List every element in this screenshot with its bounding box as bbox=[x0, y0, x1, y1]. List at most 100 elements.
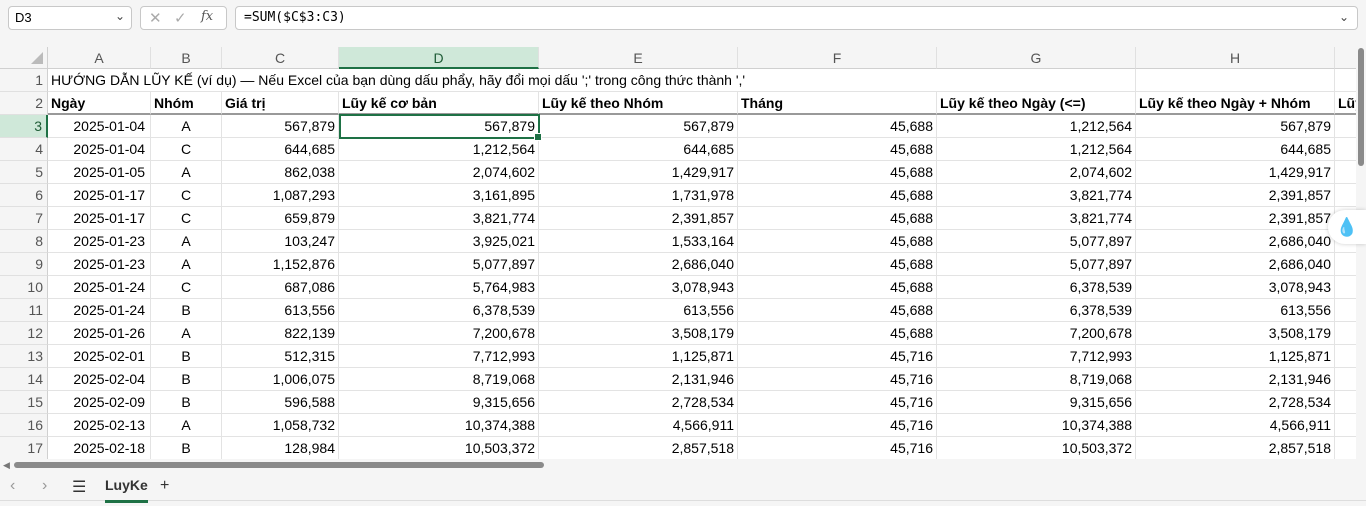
column-title[interactable]: Nhóm bbox=[151, 92, 222, 115]
cell[interactable]: B bbox=[151, 391, 222, 414]
all-sheets-menu-icon[interactable]: ☰ bbox=[72, 477, 86, 497]
cell[interactable] bbox=[1335, 414, 1356, 437]
column-title[interactable]: Lũy kế cơ bản bbox=[339, 92, 539, 115]
cell[interactable]: C bbox=[151, 138, 222, 161]
spreadsheet-grid[interactable]: A B C D E F G H 1 HƯỚNG DẪN LŨY KẾ (ví dụ) — Nếu … bbox=[0, 47, 1356, 459]
cell[interactable]: 45,716 bbox=[738, 414, 937, 437]
cell[interactable]: 5,764,983 bbox=[339, 276, 539, 299]
column-header-h[interactable]: H bbox=[1136, 47, 1335, 69]
row-header[interactable]: 10 bbox=[0, 276, 48, 299]
cell[interactable]: 613,556 bbox=[222, 299, 339, 322]
cell[interactable]: 1,212,564 bbox=[937, 115, 1136, 138]
cell[interactable]: 3,925,021 bbox=[339, 230, 539, 253]
horizontal-scrollbar[interactable]: ◀ bbox=[0, 459, 1366, 471]
cell[interactable]: 2,857,518 bbox=[539, 437, 738, 459]
cell[interactable]: 1,212,564 bbox=[937, 138, 1136, 161]
cell[interactable]: 1,533,164 bbox=[539, 230, 738, 253]
cell[interactable]: 5,077,897 bbox=[937, 230, 1136, 253]
cell[interactable]: 45,688 bbox=[738, 253, 937, 276]
column-title[interactable]: Lũy kế theo Ngày (<=) bbox=[937, 92, 1136, 115]
cell[interactable]: 1,125,871 bbox=[539, 345, 738, 368]
column-header-b[interactable]: B bbox=[151, 47, 222, 69]
vertical-scrollbar[interactable] bbox=[1356, 36, 1366, 459]
cell[interactable]: 567,879 bbox=[339, 115, 539, 138]
column-title[interactable]: Lũy kế theo Ngày + Nhóm bbox=[1136, 92, 1335, 115]
column-header-i[interactable] bbox=[1335, 47, 1356, 69]
cell[interactable] bbox=[937, 69, 1136, 92]
cell[interactable] bbox=[1335, 276, 1356, 299]
cell[interactable] bbox=[1335, 391, 1356, 414]
cell[interactable] bbox=[1335, 184, 1356, 207]
row-header[interactable]: 13 bbox=[0, 345, 48, 368]
cell[interactable]: 45,716 bbox=[738, 368, 937, 391]
cell[interactable]: 5,077,897 bbox=[937, 253, 1136, 276]
cell[interactable]: 4,566,911 bbox=[539, 414, 738, 437]
cell[interactable]: 45,688 bbox=[738, 207, 937, 230]
cell[interactable]: A bbox=[151, 253, 222, 276]
cell[interactable]: 10,503,372 bbox=[937, 437, 1136, 459]
row-header[interactable]: 2 bbox=[0, 92, 48, 115]
cell[interactable] bbox=[1335, 299, 1356, 322]
cell[interactable]: 2025-01-05 bbox=[48, 161, 151, 184]
cell[interactable]: 103,247 bbox=[222, 230, 339, 253]
cell[interactable]: 512,315 bbox=[222, 345, 339, 368]
cell[interactable]: 9,315,656 bbox=[937, 391, 1136, 414]
cell[interactable]: 2025-01-17 bbox=[48, 184, 151, 207]
column-title[interactable]: Ngày bbox=[48, 92, 151, 115]
prev-sheet-icon[interactable]: ‹ bbox=[10, 477, 15, 495]
row-header[interactable]: 9 bbox=[0, 253, 48, 276]
cell[interactable]: 822,139 bbox=[222, 322, 339, 345]
cell[interactable]: 659,879 bbox=[222, 207, 339, 230]
cell[interactable]: 1,058,732 bbox=[222, 414, 339, 437]
add-sheet-icon[interactable]: + bbox=[160, 477, 169, 495]
cell[interactable]: 2,391,857 bbox=[539, 207, 738, 230]
cell[interactable]: 1,429,917 bbox=[539, 161, 738, 184]
cell[interactable]: 2,686,040 bbox=[539, 253, 738, 276]
scroll-left-icon[interactable]: ◀ bbox=[3, 460, 10, 471]
cell[interactable]: B bbox=[151, 345, 222, 368]
row-header[interactable]: 7 bbox=[0, 207, 48, 230]
cell[interactable]: 644,685 bbox=[539, 138, 738, 161]
expand-formula-icon[interactable]: ⌄ bbox=[1339, 10, 1349, 24]
cell[interactable]: 10,503,372 bbox=[339, 437, 539, 459]
cell[interactable]: 3,508,179 bbox=[1136, 322, 1335, 345]
cell[interactable]: 3,821,774 bbox=[937, 184, 1136, 207]
cell[interactable]: 596,588 bbox=[222, 391, 339, 414]
cell[interactable]: 3,508,179 bbox=[539, 322, 738, 345]
cell[interactable]: 6,378,539 bbox=[339, 299, 539, 322]
cell[interactable] bbox=[1335, 161, 1356, 184]
cell[interactable]: 644,685 bbox=[222, 138, 339, 161]
column-title[interactable]: Giá trị bbox=[222, 92, 339, 115]
cell[interactable] bbox=[1335, 115, 1356, 138]
cell[interactable]: C bbox=[151, 207, 222, 230]
sheet-tab-luyke[interactable]: LuyKe bbox=[105, 477, 148, 503]
cell[interactable]: B bbox=[151, 368, 222, 391]
cell[interactable]: A bbox=[151, 161, 222, 184]
cell[interactable] bbox=[1335, 138, 1356, 161]
row-header[interactable]: 3 bbox=[0, 115, 48, 138]
cell[interactable]: 3,821,774 bbox=[937, 207, 1136, 230]
cell[interactable]: 7,200,678 bbox=[339, 322, 539, 345]
cell[interactable]: 5,077,897 bbox=[339, 253, 539, 276]
cell[interactable] bbox=[1335, 437, 1356, 459]
cell[interactable]: 2,131,946 bbox=[1136, 368, 1335, 391]
cell[interactable]: 45,716 bbox=[738, 345, 937, 368]
row-header[interactable]: 11 bbox=[0, 299, 48, 322]
cell[interactable]: 1,087,293 bbox=[222, 184, 339, 207]
row-header[interactable]: 5 bbox=[0, 161, 48, 184]
cell[interactable]: 45,688 bbox=[738, 115, 937, 138]
cell[interactable]: 644,685 bbox=[1136, 138, 1335, 161]
cell[interactable]: 2,728,534 bbox=[1136, 391, 1335, 414]
cell[interactable]: C bbox=[151, 276, 222, 299]
cell[interactable]: 2025-02-09 bbox=[48, 391, 151, 414]
cell[interactable]: 3,161,895 bbox=[339, 184, 539, 207]
column-header-c[interactable]: C bbox=[222, 47, 339, 69]
cell[interactable]: 2,391,857 bbox=[1136, 207, 1335, 230]
cell[interactable]: 1,006,075 bbox=[222, 368, 339, 391]
cell[interactable]: 3,078,943 bbox=[1136, 276, 1335, 299]
next-sheet-icon[interactable]: › bbox=[42, 477, 47, 495]
cell[interactable]: 2025-01-24 bbox=[48, 299, 151, 322]
cell[interactable]: A bbox=[151, 414, 222, 437]
column-header-f[interactable]: F bbox=[738, 47, 937, 69]
formula-input[interactable]: =SUM($C$3:C3) ⌄ bbox=[235, 6, 1358, 30]
